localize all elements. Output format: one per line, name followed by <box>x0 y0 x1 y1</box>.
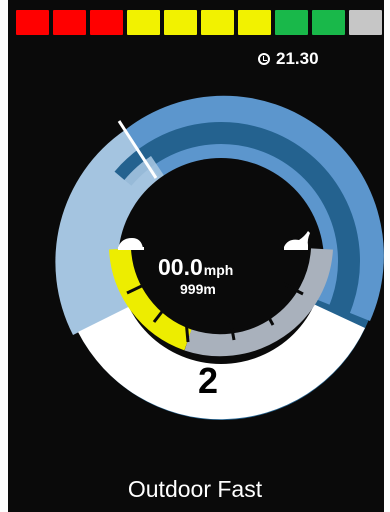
profile-number: 2 <box>197 360 219 401</box>
profile-name: Outdoor Fast <box>127 476 263 502</box>
speed-value: 00.0 <box>158 254 203 280</box>
speed-readout: 00.0mph <box>158 254 278 281</box>
display-screen: 21.30 00.0mph 999m 2 <box>8 0 384 512</box>
speed-unit: mph <box>203 262 234 278</box>
distance-readout: 999m <box>180 281 216 297</box>
gauge-tick <box>184 319 190 343</box>
